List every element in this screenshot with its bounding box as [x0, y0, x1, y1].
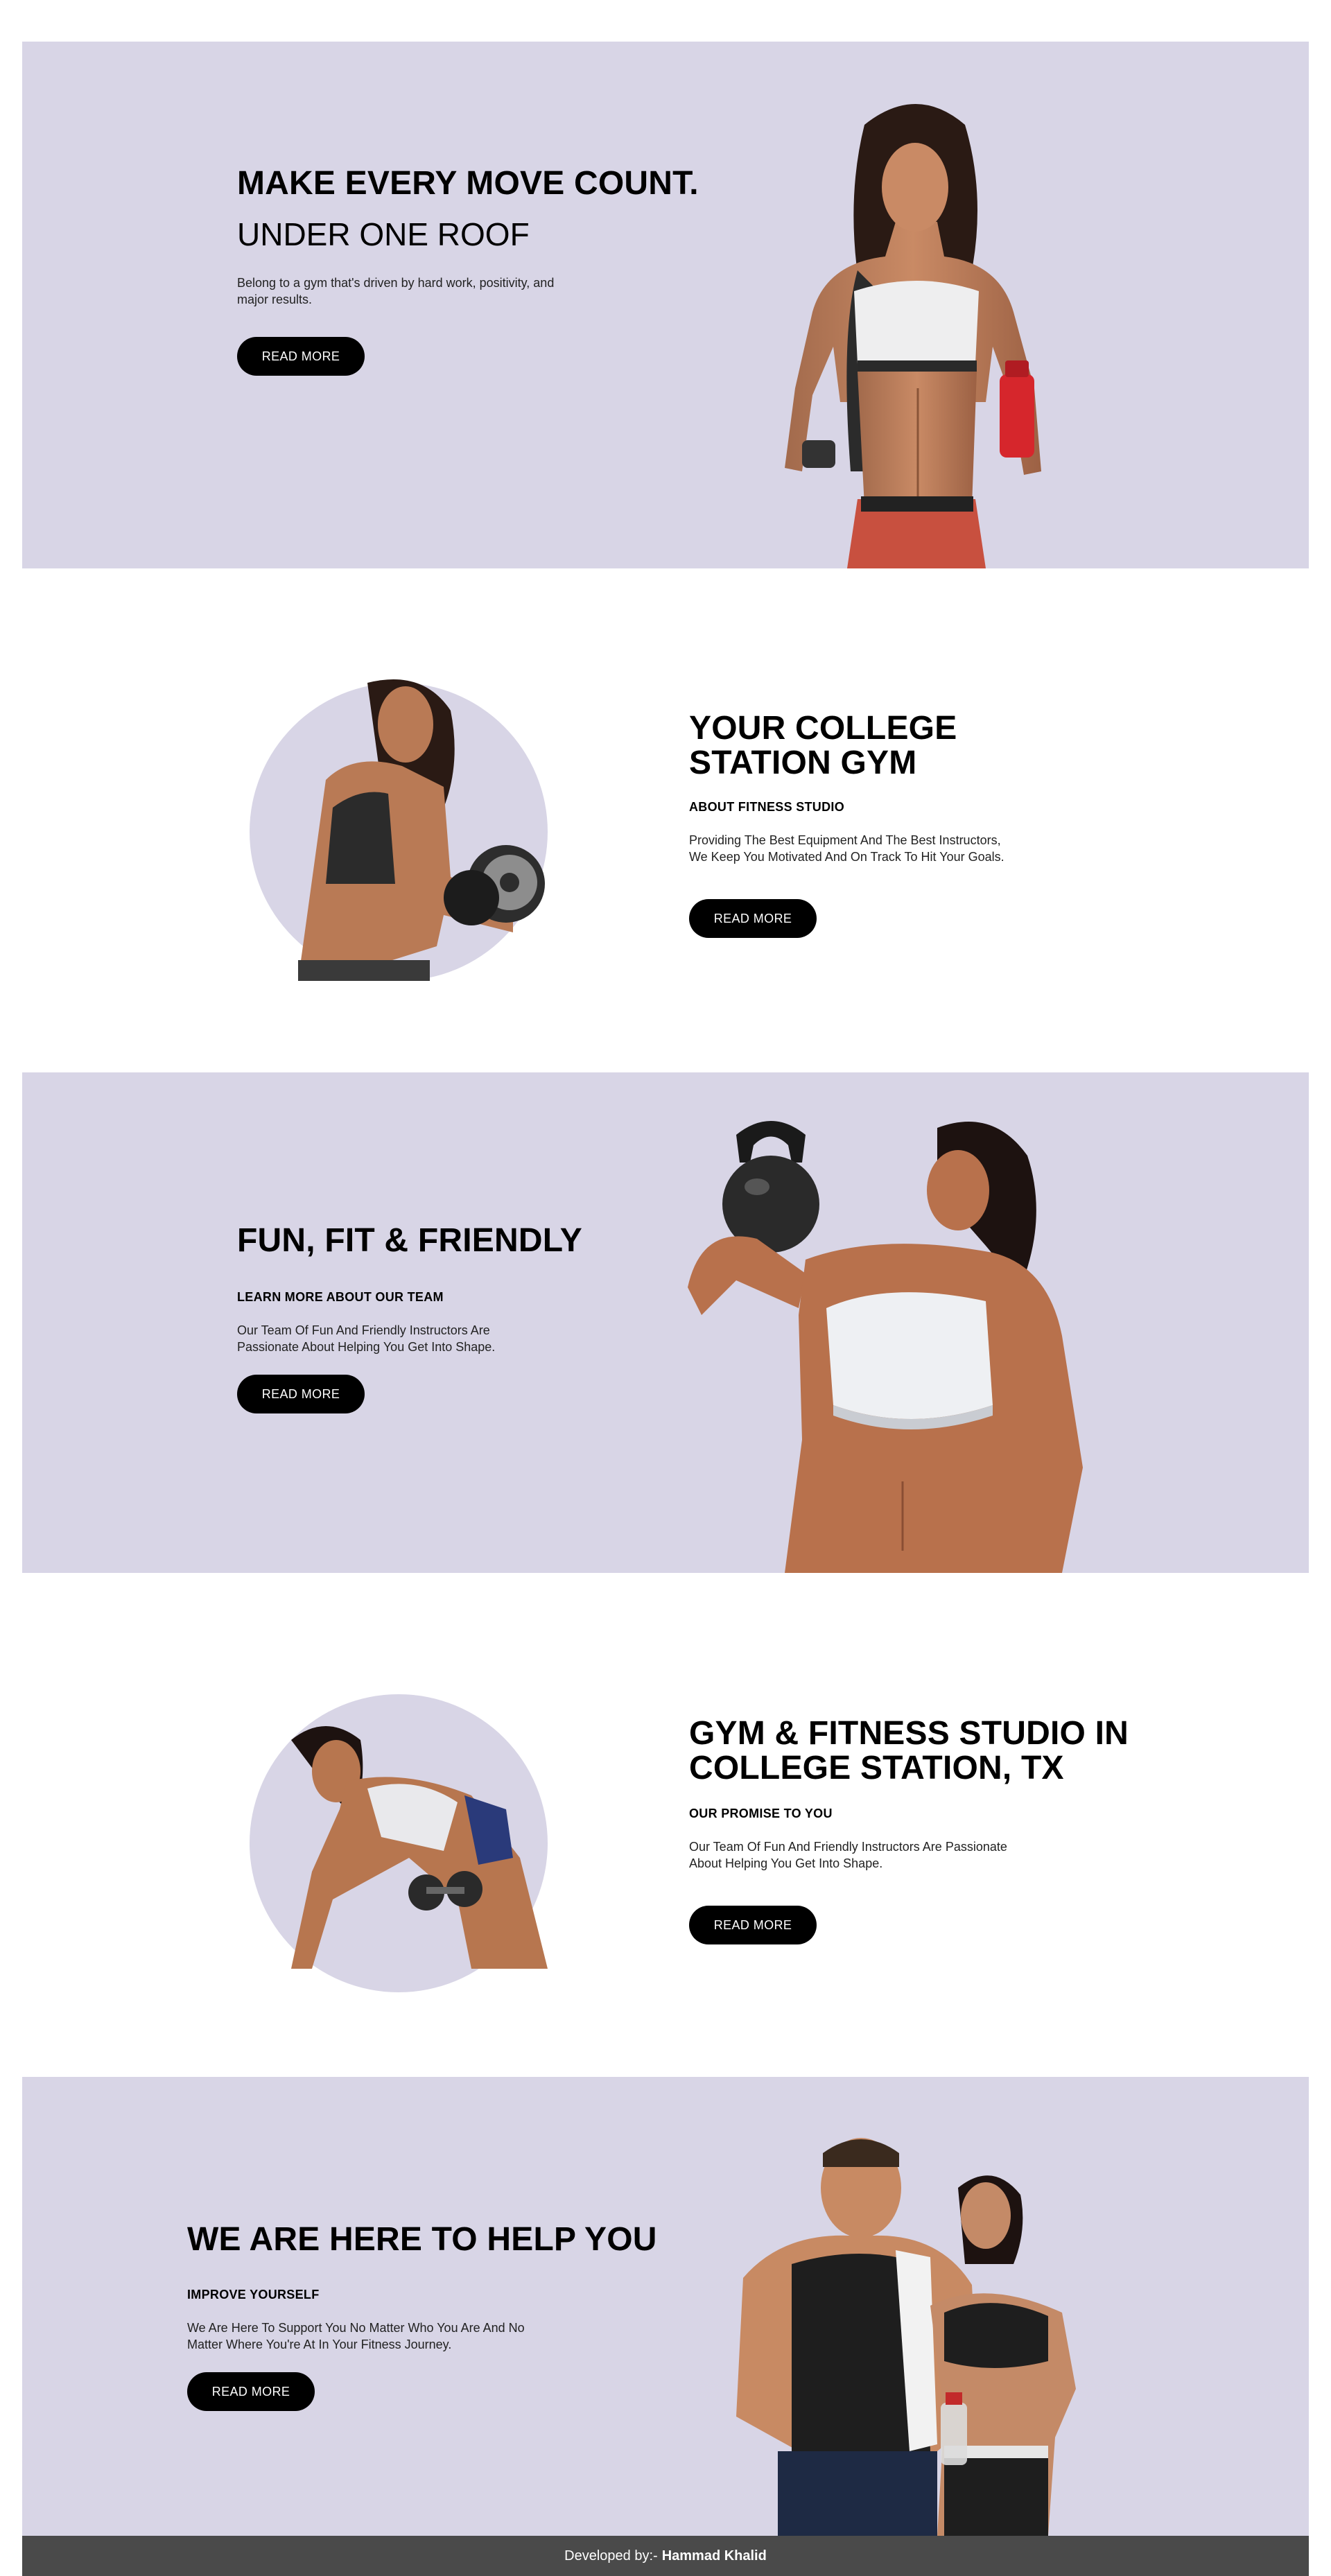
footer-prefix: Developed by:- [564, 2548, 658, 2564]
hero-description-line1: Belong to a gym that's driven by hard wo… [237, 276, 555, 290]
team-section: FUN, FIT & FRIENDLY LEARN MORE ABOUT OUR… [22, 1072, 1309, 1573]
team-title: FUN, FIT & FRIENDLY [237, 1222, 583, 1259]
hero-description-line2: major results. [237, 293, 313, 306]
team-kicker: LEARN MORE ABOUT OUR TEAM [237, 1290, 444, 1304]
about-read-more-button[interactable]: READ MORE [689, 899, 817, 938]
hero-title: MAKE EVERY MOVE COUNT. [237, 165, 699, 202]
team-text-line1: Our Team Of Fun And Friendly Instructors… [237, 1323, 490, 1337]
team-text-line2: Passionate About Helping You Get Into Sh… [237, 1340, 496, 1354]
help-section: WE ARE HERE TO HELP YOU IMPROVE YOURSELF… [22, 2077, 1309, 2536]
studio-title-line1: GYM & FITNESS STUDIO IN [689, 1715, 1129, 1752]
studio-text-line2: About Helping You Get Into Shape. [689, 1856, 883, 1870]
help-kicker: IMPROVE YOURSELF [187, 2288, 320, 2301]
about-text-line2: We Keep You Motivated And On Track To Hi… [689, 850, 1004, 864]
help-text: We Are Here To Support You No Matter Who… [187, 2320, 603, 2353]
team-woman-kettlebell-photo [688, 1121, 1083, 1573]
help-couple-photo [736, 2138, 1076, 2536]
about-text: Providing The Best Equipment And The Bes… [689, 832, 1077, 865]
team-read-more-button[interactable]: READ MORE [237, 1375, 365, 1413]
help-text-line2: Matter Where You're At In Your Fitness J… [187, 2338, 452, 2351]
studio-read-more-button[interactable]: READ MORE [689, 1906, 817, 1944]
hero-read-more-button[interactable]: READ MORE [237, 337, 365, 376]
hero-section: MAKE EVERY MOVE COUNT. UNDER ONE ROOF Be… [22, 42, 1309, 568]
team-text: Our Team Of Fun And Friendly Instructors… [237, 1322, 598, 1355]
hero-woman-photo [785, 104, 1041, 568]
footer-author: Hammad Khalid [661, 2548, 767, 2564]
hero-description: Belong to a gym that's driven by hard wo… [237, 275, 625, 308]
about-title-line2: STATION GYM [689, 745, 917, 781]
about-title-line1: YOUR COLLEGE [689, 710, 957, 747]
studio-title-line2: COLLEGE STATION, TX [689, 1750, 1064, 1786]
studio-woman-dumbbell-photo [291, 1726, 548, 1969]
about-title: YOUR COLLEGE STATION GYM [689, 711, 957, 781]
studio-kicker: OUR PROMISE TO YOU [689, 1807, 833, 1820]
footer: Developed by:- Hammad Khalid [22, 2536, 1309, 2576]
help-read-more-button[interactable]: READ MORE [187, 2372, 315, 2411]
hero-subtitle: UNDER ONE ROOF [237, 216, 530, 252]
about-kicker: ABOUT FITNESS STUDIO [689, 800, 845, 814]
studio-title: GYM & FITNESS STUDIO IN COLLEGE STATION,… [689, 1716, 1129, 1786]
help-title: WE ARE HERE TO HELP YOU [187, 2221, 657, 2258]
help-text-line1: We Are Here To Support You No Matter Who… [187, 2321, 525, 2335]
about-woman-dumbbell-photo [298, 679, 545, 981]
studio-text: Our Team Of Fun And Friendly Instructors… [689, 1838, 1105, 1872]
about-text-line1: Providing The Best Equipment And The Bes… [689, 833, 1001, 847]
studio-text-line1: Our Team Of Fun And Friendly Instructors… [689, 1840, 1007, 1854]
